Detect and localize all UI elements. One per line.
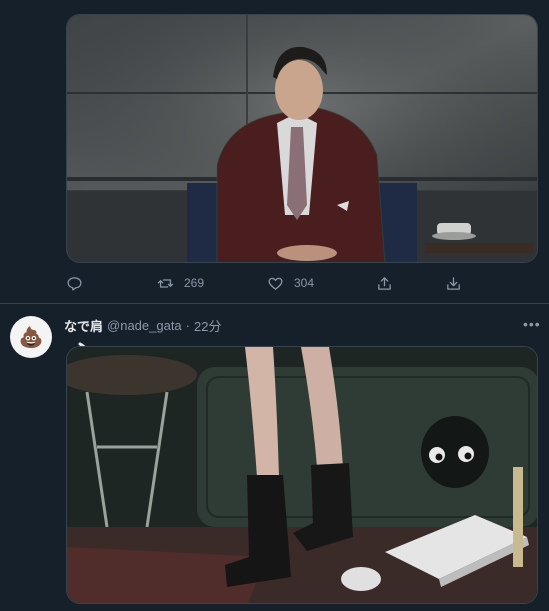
retweet-count: 269 [184, 276, 205, 290]
like-button[interactable]: 304 [267, 270, 314, 296]
retweet-icon [157, 278, 174, 288]
tweet-image-boots-illustration[interactable] [66, 346, 538, 604]
tweet-divider [0, 303, 549, 304]
author-handle[interactable]: @nade_gata [107, 318, 182, 333]
tweet-image-man-in-suit[interactable] [66, 14, 538, 263]
download-icon [447, 276, 460, 290]
reply-icon [67, 276, 82, 291]
tweet-header: なで肩 @nade_gata · 22分 [64, 316, 221, 334]
more-icon: ••• [523, 316, 541, 332]
author-name[interactable]: なで肩 [64, 316, 103, 335]
pile-of-poo-icon: 💩 [18, 326, 44, 349]
separator-dot: · [185, 317, 191, 333]
more-button[interactable]: ••• [523, 316, 541, 332]
retweet-button[interactable]: 269 [157, 270, 204, 296]
tweet-actions: 269 304 [62, 270, 482, 296]
tweet-image-art-2 [67, 347, 537, 603]
avatar[interactable]: 💩 [10, 316, 52, 358]
share-icon [378, 276, 391, 290]
tweet-image-art [67, 15, 537, 262]
share-button[interactable] [376, 270, 393, 296]
reply-button[interactable] [66, 270, 93, 296]
download-button[interactable] [445, 270, 462, 296]
tweet-time[interactable]: 22分 [194, 316, 221, 335]
like-count: 304 [294, 276, 315, 290]
heart-icon [268, 277, 283, 290]
